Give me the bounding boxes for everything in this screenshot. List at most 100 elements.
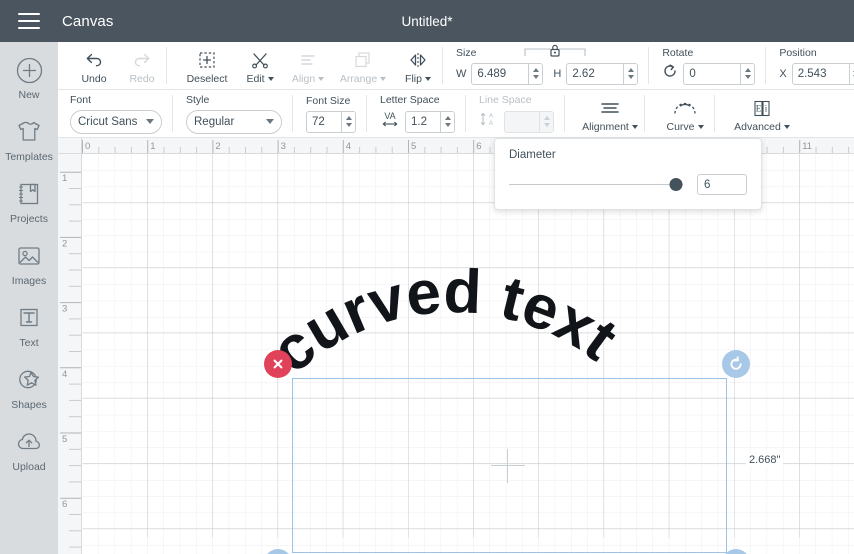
curve-arc-icon xyxy=(672,97,698,119)
left-sidebar: New Templates Projects Images Text Shape… xyxy=(0,42,58,554)
undo-label: Undo xyxy=(81,73,107,85)
sidebar-item-text[interactable]: Text xyxy=(0,302,58,364)
hamburger-menu-icon[interactable] xyxy=(18,13,40,29)
chevron-down-icon xyxy=(266,119,274,124)
svg-text:0: 0 xyxy=(85,141,90,152)
rotate-input-wrap[interactable] xyxy=(683,62,756,85)
style-title: Style xyxy=(186,93,210,106)
diameter-title: Diameter xyxy=(509,149,556,161)
edit-button[interactable]: Edit xyxy=(236,42,284,89)
svg-text:3: 3 xyxy=(281,141,286,152)
height-input[interactable] xyxy=(567,63,624,84)
line-space-icon: AA xyxy=(479,110,499,133)
rotate-stepper[interactable] xyxy=(740,63,755,84)
line-space-fields: AA xyxy=(479,110,554,133)
x-stepper[interactable] xyxy=(848,63,854,84)
text-toolbar: Font Cricut Sans Style Regular Font Size xyxy=(58,90,854,138)
text-t-icon xyxy=(16,302,42,334)
sidebar-label-shapes: Shapes xyxy=(11,399,47,411)
font-title: Font xyxy=(70,93,92,106)
stacked-squares-icon xyxy=(353,49,373,71)
sidebar-item-projects[interactable]: Projects xyxy=(0,178,58,240)
edit-label-text: Edit xyxy=(246,73,265,85)
advanced-ei-icon: Ei xyxy=(750,97,774,119)
font-size-input-wrap[interactable] xyxy=(306,110,356,133)
font-select[interactable]: Cricut Sans xyxy=(70,109,162,134)
x-axis-label: X xyxy=(779,67,787,80)
svg-text:5: 5 xyxy=(411,141,416,152)
diameter-slider[interactable] xyxy=(509,177,683,193)
height-input-wrap[interactable] xyxy=(566,62,639,85)
sidebar-item-new[interactable]: New xyxy=(0,54,58,116)
chevron-down-icon xyxy=(631,125,638,130)
sidebar-item-upload[interactable]: Upload xyxy=(0,426,58,488)
diameter-slider-thumb[interactable] xyxy=(669,178,683,191)
font-size-input[interactable] xyxy=(307,111,341,132)
undo-button[interactable]: Undo xyxy=(70,42,118,89)
svg-text:A: A xyxy=(489,120,494,127)
redo-arrow-icon xyxy=(132,49,152,71)
letter-space-stepper[interactable] xyxy=(440,111,454,132)
sidebar-item-images[interactable]: Images xyxy=(0,240,58,302)
font-size-group: Font Size xyxy=(292,90,366,137)
tshirt-icon xyxy=(15,116,43,148)
line-space-stepper[interactable] xyxy=(539,111,553,132)
svg-text:4: 4 xyxy=(346,141,351,152)
letter-space-icon: VA xyxy=(380,110,400,133)
sidebar-item-shapes[interactable]: Shapes xyxy=(0,364,58,426)
sidebar-label-new: New xyxy=(18,89,40,101)
advanced-button[interactable]: Ei Advanced xyxy=(726,90,798,137)
font-size-stepper[interactable] xyxy=(341,111,355,132)
flip-button[interactable]: Flip xyxy=(394,42,442,89)
chevron-down-icon xyxy=(697,125,704,130)
cricut-design-space-window: Canvas Untitled* New Templates Projects xyxy=(0,0,854,554)
alignment-button[interactable]: Alignment xyxy=(576,90,644,137)
chevron-down-icon xyxy=(267,77,274,82)
letter-space-input-wrap[interactable] xyxy=(405,110,455,133)
diameter-input[interactable] xyxy=(697,174,747,195)
curve-button[interactable]: Curve xyxy=(656,90,714,137)
align-button[interactable]: Align xyxy=(284,42,332,89)
size-group: Size W H xyxy=(442,42,648,89)
svg-text:E: E xyxy=(756,103,762,113)
rotate-arrow-icon xyxy=(662,63,678,84)
rotate-group: Rotate xyxy=(648,42,765,89)
sidebar-item-templates[interactable]: Templates xyxy=(0,116,58,178)
line-space-input[interactable] xyxy=(505,111,539,132)
size-lock-toggle[interactable] xyxy=(511,43,599,64)
delete-handle[interactable] xyxy=(264,350,292,378)
x-input[interactable] xyxy=(792,63,849,84)
flip-horizontal-icon xyxy=(408,49,428,71)
line-space-input-wrap[interactable] xyxy=(504,110,554,133)
document-title[interactable]: Untitled* xyxy=(401,14,452,29)
svg-text:6: 6 xyxy=(62,499,67,510)
redo-label: Redo xyxy=(129,73,155,85)
vertical-ruler[interactable]: 1 2 3 4 5 6 xyxy=(58,138,82,554)
object-center-marker xyxy=(491,449,525,483)
edit-toolbar: Undo Redo Deselect Edit Align Arrange Fl… xyxy=(58,42,854,90)
dashed-square-plus-icon xyxy=(197,49,217,71)
svg-text:i: i xyxy=(765,103,768,113)
arrange-button[interactable]: Arrange xyxy=(332,42,394,89)
cloud-upload-icon xyxy=(15,426,43,458)
height-stepper[interactable] xyxy=(623,63,638,84)
deselect-button[interactable]: Deselect xyxy=(178,42,236,89)
sidebar-label-projects: Projects xyxy=(10,213,48,225)
x-input-wrap[interactable] xyxy=(791,62,854,85)
redo-button[interactable]: Redo xyxy=(118,42,166,89)
style-group: Style Regular xyxy=(172,90,292,137)
rotate-input[interactable] xyxy=(684,63,741,84)
letter-space-input[interactable] xyxy=(406,111,440,132)
style-select[interactable]: Regular xyxy=(186,109,282,134)
width-input-wrap[interactable] xyxy=(471,62,544,85)
picture-icon xyxy=(15,240,43,272)
height-dimension-label: 2.668" xyxy=(746,453,784,467)
width-input[interactable] xyxy=(472,63,529,84)
curve-diameter-popover: Diameter xyxy=(494,138,762,210)
width-stepper[interactable] xyxy=(528,63,543,84)
sidebar-label-images: Images xyxy=(11,275,47,287)
style-value: Regular xyxy=(194,115,235,128)
rotate-handle[interactable] xyxy=(722,350,750,378)
undo-arrow-icon xyxy=(84,49,104,71)
curve-group: Curve xyxy=(644,90,714,137)
